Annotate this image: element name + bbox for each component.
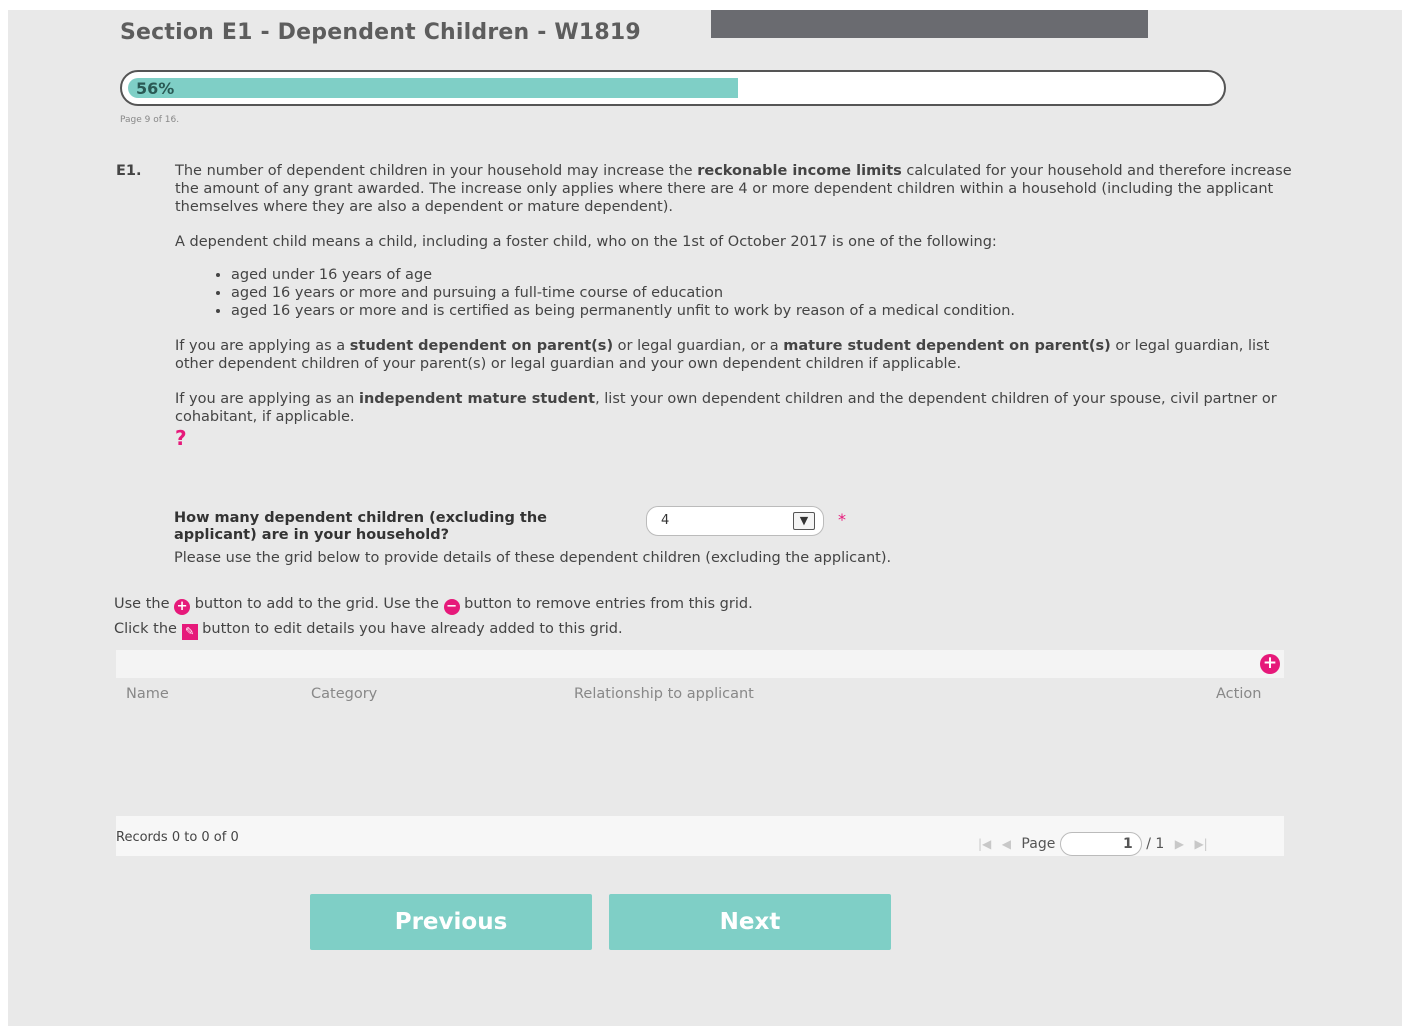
- required-marker: *: [838, 510, 846, 529]
- page-input[interactable]: 1: [1059, 832, 1142, 856]
- next-page-icon[interactable]: ▶: [1175, 837, 1184, 851]
- previous-button[interactable]: Previous: [310, 894, 592, 950]
- add-row-button[interactable]: +: [1260, 654, 1280, 674]
- last-page-icon[interactable]: ▶|: [1194, 837, 1207, 851]
- grid-hint: Please use the grid below to provide det…: [174, 550, 892, 566]
- paragraph-2: A dependent child means a child, includi…: [175, 234, 997, 250]
- question-text: The number of dependent children in your…: [175, 162, 1295, 448]
- page-label: Page: [1021, 836, 1056, 852]
- text: Use the: [114, 596, 175, 612]
- paragraph-3: If you are applying as a student depende…: [175, 337, 1295, 373]
- text: Click the: [114, 621, 182, 637]
- page-total: / 1: [1146, 836, 1165, 852]
- column-header-relationship[interactable]: Relationship to applicant: [574, 686, 754, 702]
- paragraph-4: If you are applying as an independent ma…: [175, 390, 1295, 426]
- text: The number of dependent children in your…: [175, 163, 698, 179]
- page-title: Section E1 - Dependent Children - W1819: [120, 20, 641, 45]
- progress-label: 56%: [136, 79, 175, 98]
- text: or legal guardian, or a: [613, 338, 784, 354]
- next-button[interactable]: Next: [609, 894, 891, 950]
- edit-icon: ✎: [181, 624, 198, 640]
- chevron-down-icon[interactable]: ▼: [793, 512, 815, 530]
- column-header-action[interactable]: Action: [1216, 686, 1261, 702]
- progress-fill: [128, 78, 738, 98]
- instruction-add-remove: Use the + button to add to the grid. Use…: [114, 596, 753, 615]
- remove-circle-icon: −: [443, 599, 460, 615]
- grid-body: [116, 710, 1284, 814]
- bold-text: reckonable income limits: [697, 163, 902, 179]
- question-number: E1.: [116, 163, 142, 179]
- bold-text: student dependent on parent(s): [349, 338, 614, 354]
- list-item: aged 16 years or more and pursuing a ful…: [231, 284, 1295, 302]
- records-count: Records 0 to 0 of 0: [116, 830, 239, 845]
- list-item: aged 16 years or more and is certified a…: [231, 302, 1295, 320]
- text: If you are applying as a: [175, 338, 350, 354]
- bold-text: mature student dependent on parent(s): [783, 338, 1111, 354]
- add-circle-icon: +: [174, 599, 191, 615]
- column-header-category[interactable]: Category: [311, 686, 377, 702]
- text: button to edit details you have already …: [197, 621, 623, 637]
- text: If you are applying as an: [175, 391, 359, 407]
- bold-text: independent mature student: [358, 391, 596, 407]
- page-indicator: Page 9 of 16.: [120, 115, 180, 125]
- grid-toolbar: +: [116, 650, 1284, 678]
- first-page-icon[interactable]: |◀: [978, 837, 991, 851]
- list-item: aged under 16 years of age: [231, 266, 1295, 284]
- column-header-name[interactable]: Name: [126, 686, 169, 702]
- children-count-select[interactable]: 4 ▼: [646, 506, 824, 536]
- progress-bar: 56%: [120, 70, 1226, 106]
- page-container: Section E1 - Dependent Children - W1819 …: [8, 10, 1402, 1026]
- prev-page-icon[interactable]: ◀: [1002, 837, 1011, 851]
- text: button to add to the grid. Use the: [190, 596, 444, 612]
- redaction-bar: [711, 10, 1148, 38]
- help-icon[interactable]: ?: [175, 428, 1295, 448]
- paragraph-1: The number of dependent children in your…: [175, 162, 1295, 216]
- pager: |◀ ◀ Page 1 / 1 ▶ ▶|: [978, 832, 1214, 856]
- instruction-edit: Click the ✎ button to edit details you h…: [114, 621, 623, 640]
- text: button to remove entries from this grid.: [459, 596, 753, 612]
- select-value: 4: [661, 513, 670, 528]
- criteria-list: aged under 16 years of age aged 16 years…: [175, 266, 1295, 320]
- children-count-label: How many dependent children (excluding t…: [174, 510, 548, 543]
